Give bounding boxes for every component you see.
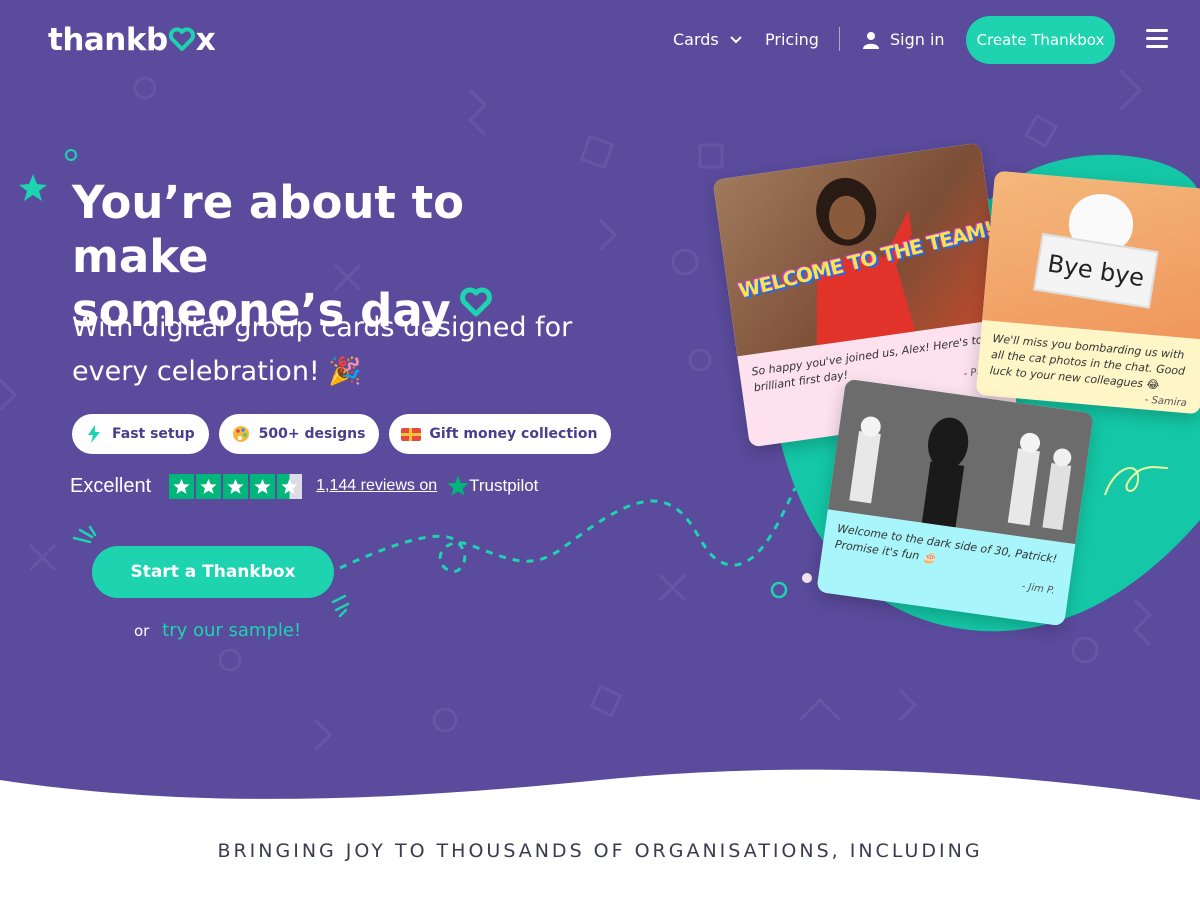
trustpilot-brand: Trustpilot: [469, 476, 539, 495]
trustpilot-star-icon: [447, 476, 469, 496]
pill-label: Fast setup: [112, 426, 195, 442]
sample-card-goodbye: Bye bye We'll miss you bombarding us wit…: [975, 170, 1200, 415]
logo-text-prefix: thankb: [48, 22, 168, 58]
star-icon: [250, 473, 276, 499]
nav-pricing-link[interactable]: Pricing: [765, 30, 819, 49]
try-sample-link[interactable]: try our sample!: [162, 620, 301, 641]
logo-text-suffix: x: [195, 22, 216, 58]
lightning-icon: [84, 424, 104, 444]
star-icon: [223, 473, 249, 499]
trustpilot-rating-word: Excellent: [70, 474, 152, 497]
thankbox-logo[interactable]: thankb x: [48, 22, 216, 58]
pill-label: 500+ designs: [258, 426, 366, 442]
hero-section: thankb x Cards Pricing Sign in Create Th…: [0, 0, 1200, 800]
subline-line-2: every celebration! 🎉: [72, 356, 362, 387]
star-icon: [196, 473, 222, 499]
start-thankbox-button[interactable]: Start a Thankbox: [92, 546, 334, 598]
chevron-down-icon: [730, 35, 742, 43]
or-text: or: [134, 622, 150, 640]
trustpilot-logo: Trustpilot: [447, 475, 538, 497]
card-gif: Bye bye: [982, 170, 1200, 340]
sample-card-birthday: Welcome to the dark side of 30, Patrick!…: [816, 378, 1094, 627]
sign-in-link[interactable]: Sign in: [862, 30, 945, 49]
menu-icon[interactable]: [1146, 29, 1168, 49]
feature-pills: Fast setup 500+ designs Gift money colle…: [72, 414, 612, 454]
trustpilot-stars: [169, 473, 303, 499]
star-icon: [169, 473, 195, 499]
nav-divider: [839, 27, 840, 51]
trustpilot-reviews-link[interactable]: 1,144 reviews on: [316, 477, 437, 495]
user-icon: [863, 31, 879, 49]
wave-divider: [0, 769, 1200, 820]
half-star-icon: [277, 473, 303, 499]
organisations-tagline: BRINGING JOY TO THOUSANDS OF ORGANISATIO…: [217, 840, 983, 862]
headline-line-1: You’re about to make: [72, 176, 465, 283]
nav-cards-dropdown[interactable]: Cards: [673, 30, 743, 49]
nav-cards-label: Cards: [673, 30, 719, 49]
subline-line-1: With digital group cards designed for: [72, 312, 573, 343]
heart-icon: [168, 27, 195, 51]
feature-pill-designs: 500+ designs: [218, 414, 380, 454]
create-thankbox-button[interactable]: Create Thankbox: [966, 16, 1115, 64]
bye-bye-sign: Bye bye: [1033, 232, 1159, 309]
hero-subheadline: With digital group cards designed for ev…: [72, 306, 632, 394]
sign-in-label: Sign in: [890, 30, 945, 49]
feature-pill-gift-money: Gift money collection: [389, 414, 612, 454]
gift-card-icon: [401, 424, 422, 444]
sample-link-row: or try our sample!: [134, 620, 301, 641]
feature-pill-fast-setup: Fast setup: [72, 414, 209, 454]
trustpilot-widget[interactable]: Excellent 1,144 reviews on Trustpilot: [70, 472, 538, 500]
palette-icon: [231, 424, 251, 444]
pill-label: Gift money collection: [429, 426, 598, 442]
card-gif: WELCOME TO THE TEAM!: [712, 142, 1005, 357]
